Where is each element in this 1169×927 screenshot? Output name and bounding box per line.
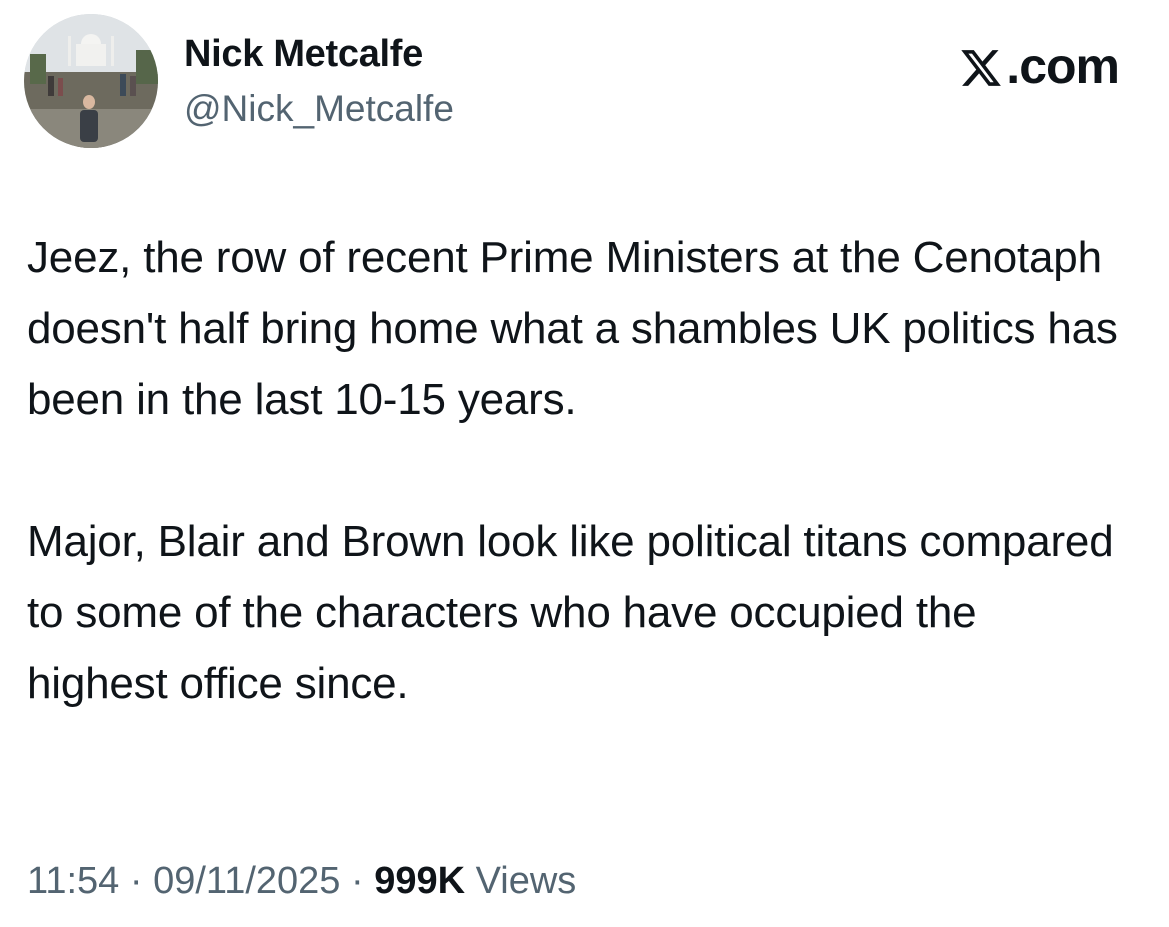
tweet-time[interactable]: 11:54 <box>27 860 119 902</box>
meta-separator: · <box>340 860 375 902</box>
tweet-metadata: 11:54 · 09/11/2025 · 999K Views <box>27 856 576 906</box>
tweet-paragraph: Major, Blair and Brown look like politic… <box>27 517 1114 708</box>
brand-label: .com <box>1006 38 1120 94</box>
tweet-text: Jeez, the row of recent Prime Ministers … <box>27 222 1127 719</box>
x-logo-icon <box>959 44 1003 88</box>
author-display-name[interactable]: Nick Metcalfe <box>184 30 423 78</box>
views-label: Views <box>465 860 577 902</box>
avatar-photo <box>24 14 158 148</box>
brand-watermark: .com <box>959 38 1120 94</box>
views-count[interactable]: 999K <box>374 860 465 902</box>
tweet-date[interactable]: 09/11/2025 <box>153 860 340 902</box>
avatar[interactable] <box>24 14 158 148</box>
meta-separator: · <box>119 860 154 902</box>
tweet-paragraph: Jeez, the row of recent Prime Ministers … <box>27 233 1118 424</box>
author-handle[interactable]: @Nick_Metcalfe <box>184 86 454 132</box>
